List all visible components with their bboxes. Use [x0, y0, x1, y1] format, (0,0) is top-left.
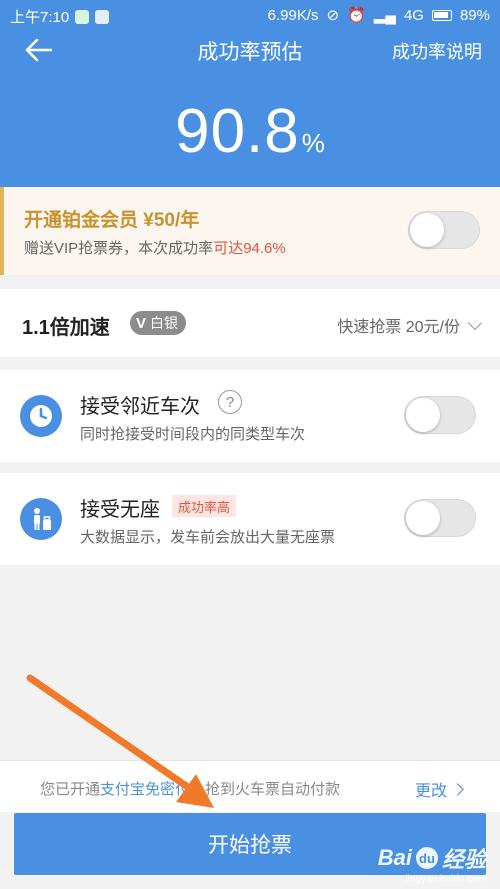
speed-boost-card: 1.1倍加速 V 白银 快速抢票 20元/份	[0, 289, 500, 357]
speed-boost-title: 1.1倍加速	[22, 317, 110, 339]
nearby-trains-subtitle: 同时抢接受时间段内的同类型车次	[80, 426, 306, 443]
high-success-tag: 成功率高	[172, 495, 237, 517]
nearby-trains-title: 接受邻近车次	[80, 396, 200, 418]
standing-ticket-option: 接受无座 成功率高 大数据显示，发车前会放出大量无座票	[0, 473, 500, 565]
change-payment-button[interactable]: 更改	[414, 777, 464, 801]
vip-letter-icon: V	[136, 314, 147, 332]
vip-toggle[interactable]	[408, 211, 480, 249]
shield-notification-icon	[75, 9, 90, 24]
baidu-watermark: Bai du 经验 jingyan.baidu.com	[378, 842, 486, 885]
status-time: 上午7:10	[10, 9, 70, 26]
nearby-trains-toggle[interactable]	[404, 396, 476, 434]
start-button-label: 开始抢票	[208, 834, 292, 857]
payment-info-text: 您已开通支付宝免密付，抢到火车票自动付款	[40, 778, 340, 799]
alipay-link[interactable]: 支付宝免密付	[100, 781, 190, 798]
message-notification-icon	[95, 9, 110, 24]
success-rate-value: 90.8	[175, 97, 300, 166]
clock-icon	[20, 395, 62, 437]
toggle-knob	[410, 213, 444, 247]
speed-option-select[interactable]: 快速抢票 20元/份	[337, 313, 483, 337]
chevron-right-icon	[451, 782, 464, 796]
status-bar: 上午7:10 6.99K/s ⊘ ⏰ ▂▄ 4G 89%	[0, 0, 500, 30]
payment-suffix: ，抢到火车票自动付款	[190, 781, 341, 798]
network-type: 4G	[403, 6, 424, 24]
change-payment-label: 更改	[414, 783, 447, 800]
standing-ticket-subtitle: 大数据显示，发车前会放出大量无座票	[80, 529, 336, 546]
signal-icon: ▂▄	[373, 7, 396, 24]
mute-icon: ⊘	[326, 7, 340, 24]
silver-tier-badge: V 白银	[130, 311, 187, 335]
help-icon[interactable]: ?	[218, 390, 242, 414]
alarm-icon: ⏰	[347, 7, 366, 24]
vip-success-rate-highlight: 可达94.6%	[213, 240, 286, 257]
baidu-paw-icon: du	[415, 847, 438, 869]
success-rate-unit: %	[301, 128, 325, 158]
toggle-knob	[406, 398, 440, 432]
nearby-trains-option: 接受邻近车次 ? 同时抢接受时间段内的同类型车次	[0, 370, 500, 462]
vip-subtitle-text: 赠送VIP抢票券，本次成功率	[24, 240, 214, 257]
toggle-knob	[406, 501, 440, 535]
silver-tier-label: 白银	[150, 315, 179, 331]
vip-title: 开通铂金会员 ¥50/年	[24, 210, 200, 231]
watermark-brand: Bai	[377, 845, 412, 870]
vip-subtitle: 赠送VIP抢票券，本次成功率可达94.6%	[24, 237, 286, 258]
battery-level: 89%	[459, 6, 490, 24]
standing-ticket-toggle[interactable]	[404, 499, 476, 537]
watermark-url: jingyan.baidu.com	[405, 874, 486, 885]
standing-ticket-title: 接受无座	[80, 499, 160, 521]
payment-prefix: 您已开通	[40, 781, 101, 798]
battery-icon	[431, 9, 452, 21]
nav-bar: 成功率预估 成功率说明	[0, 30, 500, 70]
success-rate-info-link[interactable]: 成功率说明	[392, 38, 482, 64]
payment-info-bar: 您已开通支付宝免密付，抢到火车票自动付款 更改	[0, 760, 500, 812]
watermark-brand-cn: 经验	[441, 847, 486, 872]
success-rate-display: 90.8%	[0, 96, 500, 167]
standing-person-icon	[20, 498, 62, 540]
speed-option-label: 快速抢票 20元/份	[337, 319, 460, 336]
chevron-down-icon	[467, 315, 483, 330]
network-speed: 6.99K/s	[267, 6, 319, 24]
vip-membership-card: 开通铂金会员 ¥50/年 赠送VIP抢票券，本次成功率可达94.6%	[0, 187, 500, 275]
